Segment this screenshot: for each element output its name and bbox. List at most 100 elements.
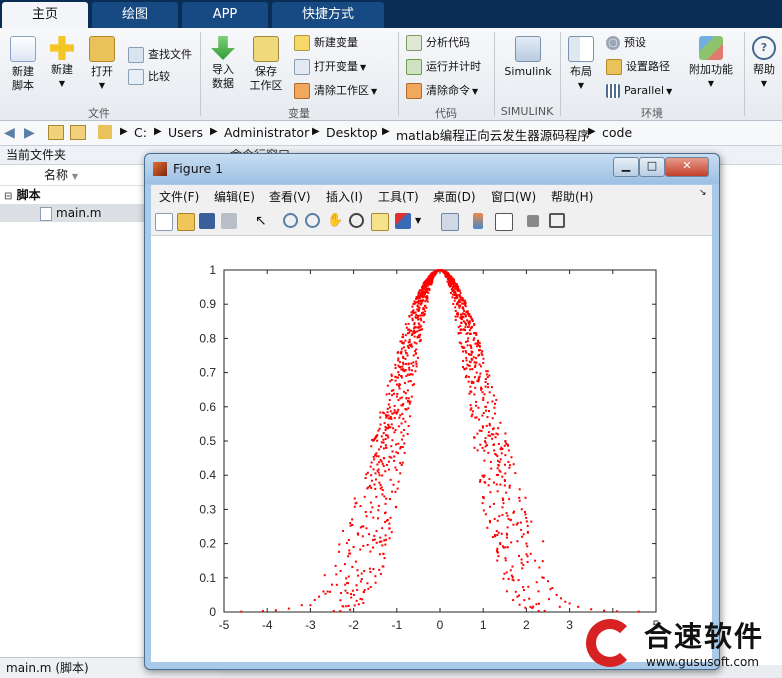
- scatter-chart[interactable]: -5 -4 -3 -2 -1 0 1 2 3 4 500.10.20.30.40.50.60.70.…: [151, 236, 712, 662]
- maximize-button[interactable]: □: [639, 157, 665, 177]
- compare-button[interactable]: 比较: [128, 68, 170, 86]
- menu-window[interactable]: 窗口(W): [491, 188, 536, 205]
- data-point: [356, 569, 359, 572]
- figure-window[interactable]: Figure 1 ▁ □ ✕ 文件(F) 编辑(E) 查看(V) 插入(I) 工…: [144, 153, 720, 670]
- data-point: [366, 582, 369, 585]
- rotate-icon[interactable]: [349, 213, 364, 228]
- figure-canvas[interactable]: -5 -4 -3 -2 -1 0 1 2 3 4 5 0 0.1 0.2 0.3 0.4 0.5 0.6 0.7 0.…: [151, 236, 712, 662]
- clear-workspace-button[interactable]: 清除工作区 ▼: [294, 82, 377, 100]
- menu-tools[interactable]: 工具(T): [378, 188, 419, 205]
- menu-edit[interactable]: 编辑(E): [214, 188, 255, 205]
- up-folder-icon[interactable]: [48, 125, 64, 140]
- menu-file[interactable]: 文件(F): [159, 188, 199, 205]
- set-path-button[interactable]: 设置路径: [606, 58, 670, 76]
- save-workspace-button[interactable]: 保存 工作区: [248, 36, 284, 93]
- close-button[interactable]: ✕: [665, 157, 709, 177]
- forward-arrow-icon[interactable]: ▶: [24, 125, 35, 141]
- file-item[interactable]: main.m: [0, 204, 146, 222]
- tab-plots[interactable]: 绘图: [92, 2, 178, 28]
- data-point: [478, 363, 481, 366]
- layout-button[interactable]: 布局 ▼: [564, 36, 598, 93]
- tab-apps[interactable]: APP: [182, 2, 268, 28]
- browse-folder-icon[interactable]: [70, 125, 86, 140]
- pointer-icon[interactable]: ↖: [255, 213, 271, 229]
- data-point: [529, 605, 532, 608]
- group-label-code: 代码: [435, 107, 457, 120]
- data-point: [401, 404, 404, 407]
- breadcrumb-users[interactable]: Users: [168, 125, 203, 140]
- data-point: [382, 447, 385, 450]
- menu-view[interactable]: 查看(V): [269, 188, 311, 205]
- import-data-button[interactable]: 导入 数据: [206, 36, 240, 91]
- data-point: [381, 474, 384, 477]
- data-point: [486, 382, 489, 385]
- pan-icon[interactable]: ✋: [327, 213, 343, 229]
- new-script-button[interactable]: 新建 脚本: [6, 36, 40, 93]
- data-point: [388, 522, 391, 525]
- data-point: [347, 555, 350, 558]
- breadcrumb-desktop[interactable]: Desktop: [326, 125, 378, 140]
- link-icon[interactable]: [441, 213, 459, 231]
- brush-icon[interactable]: [395, 213, 411, 229]
- breadcrumb-project[interactable]: matlab编程正向云发生器源码程序: [396, 125, 590, 144]
- data-cursor-icon[interactable]: [371, 213, 389, 231]
- new-button[interactable]: 新建 ▼: [46, 36, 78, 91]
- data-point: [520, 558, 523, 561]
- zoom-in-icon[interactable]: [283, 213, 298, 228]
- data-point: [344, 589, 347, 592]
- data-point: [403, 382, 406, 385]
- add-ons-button[interactable]: 附加功能 ▼: [686, 36, 736, 91]
- find-files-button[interactable]: 查找文件: [128, 46, 192, 64]
- data-point: [419, 333, 422, 336]
- data-point: [355, 599, 358, 602]
- minimize-button[interactable]: ▁: [613, 157, 639, 177]
- hide-tools-icon[interactable]: [527, 215, 539, 227]
- tab-home[interactable]: 主页: [2, 2, 88, 28]
- dock-arrow-icon[interactable]: ↘: [699, 188, 707, 198]
- data-point: [416, 304, 419, 307]
- collapse-icon: ⊟: [4, 191, 13, 202]
- colorbar-icon[interactable]: [473, 213, 483, 229]
- run-and-time-button[interactable]: 运行并计时: [406, 58, 481, 76]
- data-point: [414, 352, 417, 355]
- data-point: [372, 516, 375, 519]
- open-variable-button[interactable]: 打开变量 ▼: [294, 58, 366, 76]
- open-button[interactable]: 打开 ▼: [86, 36, 118, 93]
- simulink-button[interactable]: Simulink: [500, 36, 556, 79]
- data-point: [400, 350, 403, 353]
- new-variable-button[interactable]: 新建变量: [294, 34, 358, 52]
- data-point: [388, 399, 391, 402]
- data-point: [393, 431, 396, 434]
- data-point: [465, 367, 468, 370]
- data-point: [399, 447, 402, 450]
- parallel-button[interactable]: Parallel ▼: [606, 82, 672, 100]
- figure-title-bar[interactable]: Figure 1 ▁ □ ✕: [145, 154, 719, 184]
- help-button[interactable]: ? 帮助 ▼: [748, 36, 780, 91]
- back-arrow-icon[interactable]: ◀: [4, 125, 15, 141]
- data-point: [468, 313, 471, 316]
- zoom-out-icon[interactable]: [305, 213, 320, 228]
- data-point: [425, 298, 428, 301]
- save-icon[interactable]: [199, 213, 215, 229]
- preferences-button[interactable]: 预设: [606, 34, 646, 52]
- data-point: [637, 610, 640, 613]
- chevron-down-icon[interactable]: ▼: [415, 213, 431, 229]
- breadcrumb-drive[interactable]: C:: [134, 125, 147, 140]
- legend-icon[interactable]: [495, 213, 513, 231]
- analyze-code-button[interactable]: 分析代码: [406, 34, 470, 52]
- menu-insert[interactable]: 插入(I): [326, 188, 363, 205]
- clear-commands-button[interactable]: 清除命令 ▼: [406, 82, 478, 100]
- data-point: [460, 313, 463, 316]
- menu-help[interactable]: 帮助(H): [551, 188, 593, 205]
- new-figure-icon[interactable]: [155, 213, 173, 231]
- breadcrumb-administrator[interactable]: Administrator: [224, 125, 309, 140]
- show-tools-icon[interactable]: [549, 213, 565, 228]
- print-icon[interactable]: [221, 213, 237, 229]
- menu-desktop[interactable]: 桌面(D): [433, 188, 476, 205]
- name-column-header[interactable]: 名称 ▼: [0, 165, 146, 186]
- group-header[interactable]: ⊟ 脚本: [0, 186, 146, 204]
- breadcrumb-code[interactable]: code: [602, 125, 632, 140]
- data-point: [484, 513, 487, 516]
- open-icon[interactable]: [177, 213, 195, 231]
- tab-shortcuts[interactable]: 快捷方式: [272, 2, 384, 28]
